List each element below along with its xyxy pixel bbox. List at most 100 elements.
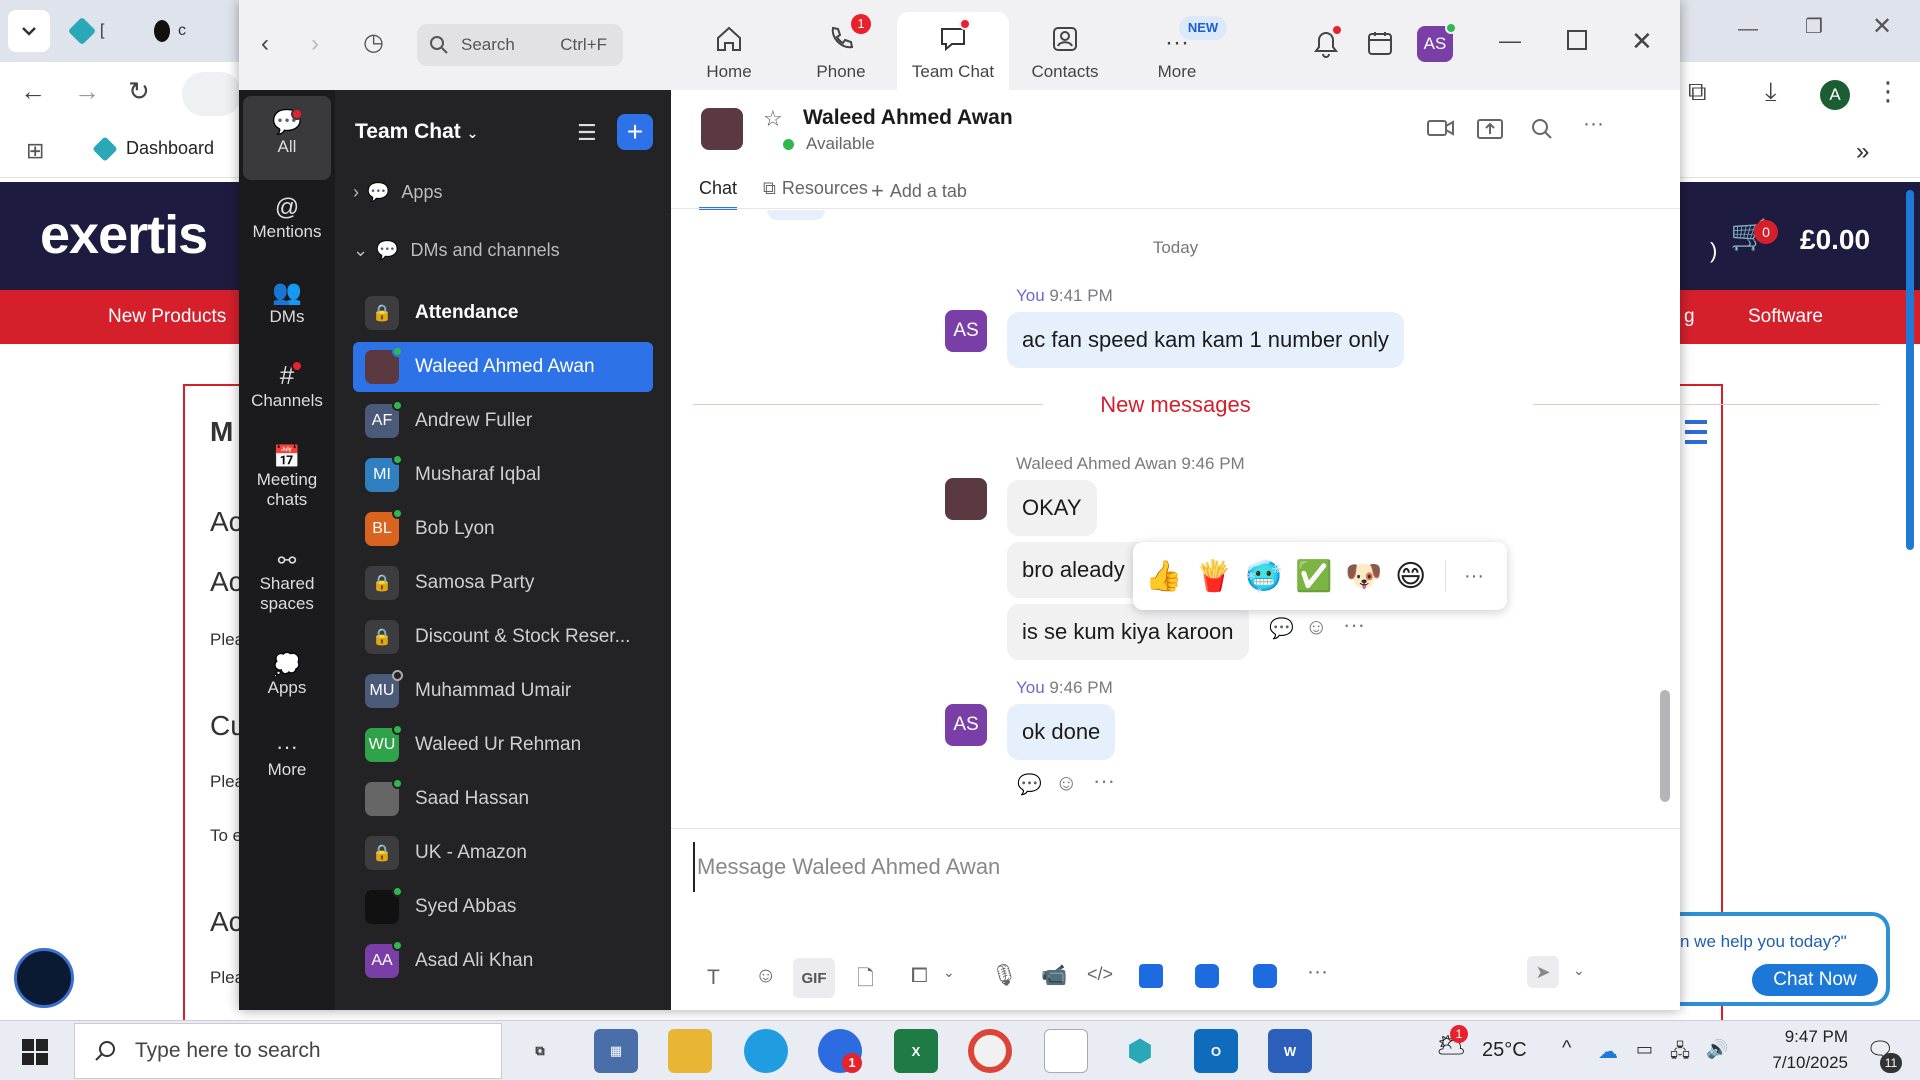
rail-channels[interactable]: # Channels (243, 352, 331, 432)
dm-syed-abbas[interactable]: Syed Abbas (353, 882, 653, 932)
add-reaction-icon[interactable]: ☺ (1055, 770, 1077, 796)
channel-attendance[interactable]: 🔒 Attendance (353, 288, 653, 338)
calculator-icon[interactable]: ▦ (594, 1029, 638, 1073)
clock-time[interactable]: 9:47 PM (1752, 1027, 1848, 1047)
profile-avatar[interactable]: A (1820, 80, 1850, 110)
apps-grid-icon[interactable]: ⊞ (26, 138, 44, 164)
add-reaction-icon[interactable]: ☺ (1305, 614, 1327, 640)
download-icon[interactable]: ⤓ (1765, 76, 1777, 108)
new-chat-button[interactable]: + (617, 114, 653, 150)
dm-waleed-ur-rehman[interactable]: WU Waleed Ur Rehman (353, 720, 653, 770)
nav-item-fragment[interactable]: g (1684, 290, 1695, 344)
message-bubble[interactable]: is se kum kiya karoon (1007, 604, 1249, 660)
tab-contacts[interactable]: Contacts (1009, 12, 1121, 90)
contact-name[interactable]: Waleed Ahmed Awan (803, 106, 1013, 130)
tab-phone[interactable]: Phone 1 (785, 12, 897, 90)
cart-total[interactable]: £0.00 (1800, 224, 1870, 256)
weather-temperature[interactable]: 25°C (1482, 1039, 1527, 1062)
gif-button[interactable]: GIF (793, 958, 835, 998)
filter-icon[interactable]: ☰ (577, 120, 597, 146)
site-info-button[interactable] (182, 72, 242, 116)
docs-icon[interactable] (1139, 964, 1163, 988)
bookmark-dashboard[interactable]: Dashboard (92, 135, 214, 162)
history-icon[interactable]: ◷ (363, 28, 384, 57)
minimize-icon[interactable]: — (1738, 18, 1758, 41)
bell-icon[interactable] (1313, 24, 1343, 63)
notepad-icon[interactable] (1044, 1029, 1088, 1073)
fries-icon[interactable]: 🍟 (1195, 559, 1245, 594)
dog-face-icon[interactable]: 🐶 (1345, 559, 1395, 594)
nav-new-products[interactable]: New Products (108, 290, 226, 344)
tab-more[interactable]: ··· More NEW (1121, 12, 1233, 90)
file-icon[interactable]: 🗋 (857, 964, 874, 999)
reply-icon[interactable]: 💬 (1017, 772, 1042, 797)
close-icon[interactable]: ✕ (1872, 12, 1892, 41)
share-screen-icon[interactable] (1477, 118, 1503, 146)
user-avatar[interactable]: AS (1417, 22, 1457, 62)
tab-list-button[interactable] (8, 10, 50, 52)
tab-add-a-tab[interactable]: + Add a tab (871, 178, 967, 204)
message-composer[interactable]: Message Waleed Ahmed Awan (693, 842, 1653, 892)
file-explorer-icon[interactable] (668, 1029, 712, 1073)
nav-software[interactable]: Software (1748, 290, 1823, 344)
check-mark-icon[interactable]: ✅ (1295, 559, 1345, 594)
page-scrollbar[interactable] (1906, 190, 1914, 550)
message-bubble[interactable]: ac fan speed kam kam 1 number only (1007, 312, 1404, 368)
more-tools-icon[interactable]: ··· (1307, 960, 1328, 984)
tab-chat[interactable]: Chat (699, 178, 738, 210)
forward-icon[interactable]: › (311, 30, 319, 58)
send-icon[interactable]: ➤ (1527, 956, 1559, 988)
tab-resources[interactable]: ⧉ Resources (763, 178, 868, 199)
more-bookmarks-icon[interactable]: » (1856, 138, 1869, 166)
rail-mentions[interactable]: @ Mentions (243, 186, 331, 266)
clock-date[interactable]: 7/10/2025 (1752, 1053, 1848, 1073)
windows-start-icon[interactable] (22, 1039, 48, 1070)
channel-samosa-party[interactable]: 🔒 Samosa Party (353, 558, 653, 608)
outlook-icon[interactable]: O (1194, 1029, 1238, 1073)
dm-andrew-fuller[interactable]: AF Andrew Fuller (353, 396, 653, 446)
browser-tab[interactable]: c (144, 10, 196, 52)
network-icon[interactable]: 🖧 (1670, 1039, 1690, 1069)
calendar-icon[interactable] (1367, 30, 1393, 61)
maximize-icon[interactable] (1567, 30, 1587, 50)
my-avatar[interactable]: AS (945, 310, 987, 352)
more-reactions-icon[interactable]: ··· (1464, 565, 1484, 588)
chevron-down-icon[interactable]: ⌄ (943, 964, 955, 981)
text-format-icon[interactable]: T (707, 966, 720, 990)
app-icon[interactable]: ⬢ (1118, 1029, 1162, 1073)
grinning-face-icon[interactable]: 😄 (1395, 559, 1445, 594)
word-icon[interactable]: W (1268, 1029, 1312, 1073)
screenshot-icon[interactable]: ⧠ (911, 964, 928, 988)
chrome-icon[interactable] (968, 1029, 1012, 1073)
rail-more[interactable]: ··· More (243, 726, 331, 806)
task-view-icon[interactable]: ⧉ (518, 1029, 562, 1073)
section-dms-and-channels[interactable]: ⌄ 💬 DMs and channels (353, 240, 560, 261)
search-icon[interactable] (1531, 118, 1553, 146)
rail-meeting-chats[interactable]: 📅 Meeting chats (243, 436, 331, 536)
list-icon[interactable] (1685, 420, 1707, 444)
chat-now-button[interactable]: Chat Now (1752, 964, 1878, 996)
chevron-down-icon[interactable]: ⌄ (1573, 962, 1585, 979)
more-options-icon[interactable]: ··· (1093, 768, 1115, 794)
volume-icon[interactable]: 🔊 (1706, 1039, 1728, 1060)
zoom-icon[interactable]: 1 (818, 1029, 862, 1073)
emoji-icon[interactable]: ☺ (755, 964, 776, 988)
rail-dms[interactable]: 👥 DMs (243, 270, 331, 350)
microphone-icon[interactable]: 🎙 (991, 964, 1018, 988)
chat-scrollbar[interactable] (1660, 690, 1670, 802)
section-apps[interactable]: › 💬 Apps (353, 182, 442, 203)
message-bubble[interactable]: ok done (1007, 704, 1116, 760)
forward-icon[interactable]: → (74, 76, 100, 107)
more-options-icon[interactable]: ··· (1583, 112, 1604, 136)
site-logo[interactable]: exertis (40, 204, 208, 266)
tab-home[interactable]: Home (673, 12, 785, 90)
close-icon[interactable]: ✕ (1631, 26, 1653, 57)
back-icon[interactable]: ‹ (261, 30, 269, 58)
tab-team-chat[interactable]: Team Chat (897, 12, 1009, 90)
extensions-icon[interactable]: ⧉ (1688, 76, 1707, 108)
browser-tab[interactable]: [ (62, 10, 120, 52)
message-bubble[interactable]: OKAY (1007, 480, 1097, 536)
thumbs-up-icon[interactable]: 👍 (1145, 559, 1195, 594)
cold-face-icon[interactable]: 🥶 (1245, 559, 1295, 594)
video-icon[interactable] (1427, 118, 1455, 144)
